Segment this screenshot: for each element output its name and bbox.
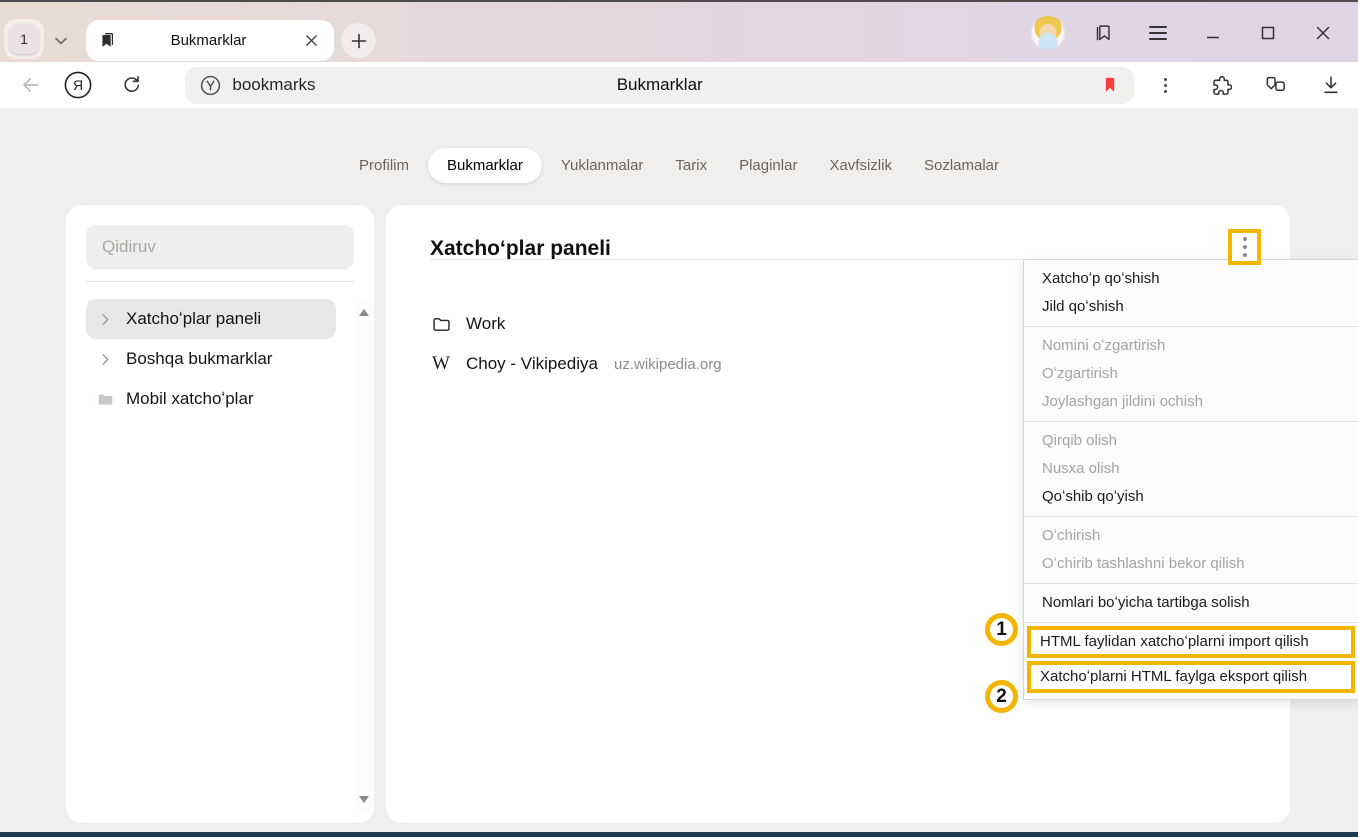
- chevron-right-icon[interactable]: [94, 311, 116, 328]
- tab-counter[interactable]: 1: [4, 19, 44, 59]
- sidebar-item-bookmarks-bar[interactable]: Xatchoʻplar paneli: [86, 299, 336, 339]
- menu-item-add-folder[interactable]: Jild qoʻshish: [1024, 293, 1358, 321]
- user-avatar[interactable]: [1020, 2, 1075, 64]
- back-button[interactable]: [10, 74, 51, 96]
- menu-group-edit: Nomini oʻzgartirish Oʻzgartirish Joylash…: [1024, 326, 1358, 421]
- bookmarks-context-menu: Xatchoʻp qoʻshish Jild qoʻshish Nomini o…: [1023, 259, 1358, 700]
- nav-tab-profilim[interactable]: Profilim: [346, 148, 422, 183]
- menu-item-cut: Qirqib olish: [1024, 427, 1358, 455]
- sidebar-item-other-bookmarks[interactable]: Boshqa bukmarklar: [86, 339, 336, 379]
- tab-groups-icon[interactable]: [1248, 62, 1303, 108]
- menu-group-delete: Oʻchirish Oʻchirib tashlashni bekor qili…: [1024, 516, 1358, 583]
- window-minimize-button[interactable]: [1185, 2, 1240, 64]
- window-bottom-edge: [0, 832, 1358, 837]
- sidebar-item-label: Xatchoʻplar paneli: [126, 309, 261, 329]
- menu-group-import-export: HTML faylidan xatchoʻplarni import qilis…: [1024, 622, 1358, 699]
- menu-item-open-containing-folder: Joylashgan jildini ochish: [1024, 388, 1358, 416]
- kebab-menu-icon[interactable]: [1243, 237, 1247, 257]
- window-controls: [1020, 2, 1350, 64]
- bookmark-domain: uz.wikipedia.org: [614, 356, 722, 373]
- nav-tab-bukmarklar[interactable]: Bukmarklar: [428, 148, 542, 183]
- new-tab-button[interactable]: [341, 23, 376, 58]
- menu-group-clipboard: Qirqib olish Nusxa olish Qoʻshib qoʻyish: [1024, 421, 1358, 516]
- highlight-box-export: Xatchoʻplarni HTML faylga eksport qilish: [1027, 661, 1355, 693]
- menu-item-copy: Nusxa olish: [1024, 455, 1358, 483]
- menu-group-sort: Nomlari boʻyicha tartibga solish: [1024, 583, 1358, 622]
- bookmark-label: Choy - Vikipediya: [466, 354, 598, 374]
- tab-counter-value: 1: [9, 24, 39, 54]
- search-input[interactable]: [86, 225, 354, 269]
- menu-group-add: Xatchoʻp qoʻshish Jild qoʻshish: [1024, 260, 1358, 326]
- sidebar-scrollbar[interactable]: [356, 299, 372, 813]
- toolbar-more-icon[interactable]: [1138, 62, 1193, 108]
- sidebar-item-mobile-bookmarks[interactable]: Mobil xatchoʻplar: [86, 379, 336, 419]
- svg-text:Я: Я: [73, 77, 83, 93]
- scroll-up-icon[interactable]: [359, 309, 369, 316]
- settings-nav-tabs: Profilim Bukmarklar Yuklanmalar Tarix Pl…: [0, 148, 1358, 183]
- window-close-button[interactable]: [1295, 2, 1350, 64]
- nav-tab-xavfsizlik[interactable]: Xavfsizlik: [816, 148, 905, 183]
- tab-bookmark-icon: [98, 31, 117, 50]
- folder-tree: Xatchoʻplar paneli Boshqa bukmarklar Mob…: [86, 299, 336, 419]
- menu-item-edit: Oʻzgartirish: [1024, 360, 1358, 388]
- extensions-puzzle-icon[interactable]: [1193, 62, 1248, 108]
- menu-item-import-html[interactable]: HTML faylidan xatchoʻplarni import qilis…: [1031, 630, 1351, 654]
- nav-tab-plaginlar[interactable]: Plaginlar: [726, 148, 810, 183]
- menu-item-rename: Nomini oʻzgartirish: [1024, 332, 1358, 360]
- sidebar-item-label: Boshqa bukmarklar: [126, 349, 272, 369]
- bookmark-star-icon[interactable]: [1100, 75, 1120, 95]
- menu-item-export-html[interactable]: Xatchoʻplarni HTML faylga eksport qilish: [1031, 665, 1351, 689]
- annotation-step-1: 1: [985, 613, 1018, 646]
- sidebar-divider: [86, 281, 354, 282]
- panel-title: Xatchoʻplar paneli: [430, 237, 611, 261]
- window-maximize-button[interactable]: [1240, 2, 1295, 64]
- annotation-step-2: 2: [985, 680, 1018, 713]
- page-title: Bukmarklar: [185, 75, 1134, 95]
- scroll-down-icon[interactable]: [359, 796, 369, 803]
- highlight-box-import: HTML faylidan xatchoʻplarni import qilis…: [1027, 626, 1355, 658]
- address-value: bookmarks: [232, 75, 315, 95]
- tab-list-chevron-down-icon[interactable]: [48, 28, 74, 54]
- downloads-icon[interactable]: [1303, 62, 1358, 108]
- nav-tab-tarix[interactable]: Tarix: [662, 148, 720, 183]
- menu-item-sort-by-name[interactable]: Nomlari boʻyicha tartibga solish: [1024, 589, 1358, 617]
- menu-item-add-bookmark[interactable]: Xatchoʻp qoʻshish: [1024, 265, 1358, 293]
- nav-tab-sozlamalar[interactable]: Sozlamalar: [911, 148, 1012, 183]
- browser-menu-icon[interactable]: [1130, 2, 1185, 64]
- folder-icon: [94, 390, 116, 409]
- browser-window: 1 Bukmarklar: [0, 0, 1358, 837]
- folder-outline-icon: [430, 314, 452, 335]
- tab-title: Bukmarklar: [117, 32, 300, 49]
- browser-toolbar: Я bookmarks Bukmarklar: [0, 62, 1358, 108]
- yandex-logo-icon[interactable]: Я: [51, 70, 104, 100]
- bookmarks-sidebar: Xatchoʻplar paneli Boshqa bukmarklar Mob…: [66, 205, 374, 823]
- menu-item-paste[interactable]: Qoʻshib qoʻyish: [1024, 483, 1358, 511]
- protect-icon[interactable]: [199, 74, 222, 97]
- bookmark-label: Work: [466, 314, 505, 334]
- browser-tab-bookmarks[interactable]: Bukmarklar: [86, 20, 334, 61]
- toolbar-right-icons: [1138, 62, 1358, 108]
- menu-item-undo-delete: Oʻchirib tashlashni bekor qilish: [1024, 550, 1358, 578]
- chevron-right-icon[interactable]: [94, 351, 116, 368]
- tab-close-icon[interactable]: [300, 30, 322, 52]
- sidebar-item-label: Mobil xatchoʻplar: [126, 389, 254, 409]
- panel-menu-button-highlight[interactable]: [1228, 229, 1261, 265]
- menu-item-delete: Oʻchirish: [1024, 522, 1358, 550]
- bookmarks-panel-icon[interactable]: [1075, 2, 1130, 64]
- wikipedia-favicon: W: [430, 353, 452, 375]
- nav-tab-yuklanmalar[interactable]: Yuklanmalar: [548, 148, 657, 183]
- address-bar[interactable]: bookmarks Bukmarklar: [185, 67, 1134, 104]
- window-titlebar: 1 Bukmarklar: [0, 0, 1358, 62]
- refresh-icon[interactable]: [104, 74, 157, 96]
